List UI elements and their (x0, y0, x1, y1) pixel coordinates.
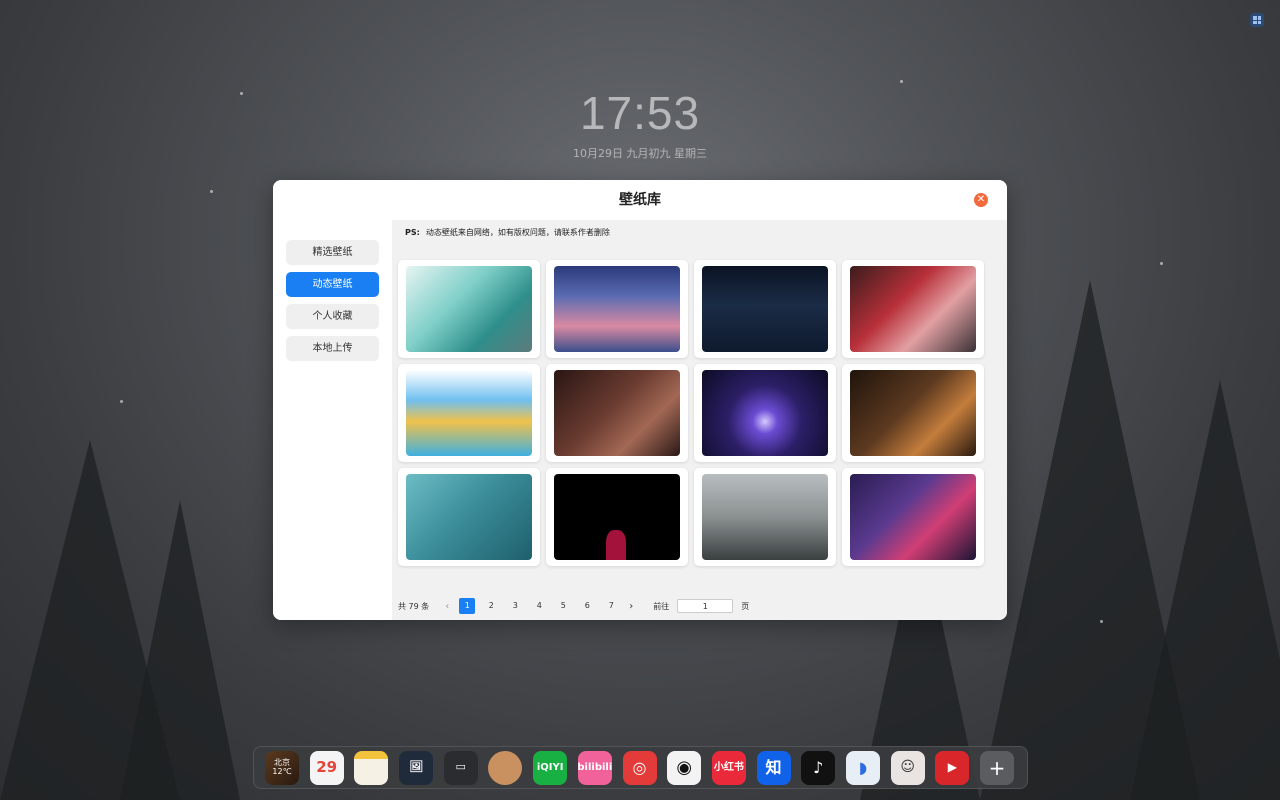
wallpaper-thumbnail[interactable] (850, 266, 976, 352)
notice-text: PS: 动态壁纸来自网络，如有版权问题，请联系作者删除 (405, 227, 610, 238)
wallpaper-thumbnail[interactable] (850, 474, 976, 560)
fish-app-icon[interactable]: ◗ (845, 750, 880, 785)
wallpaper-thumbnail[interactable] (406, 474, 532, 560)
xiaohongshu-icon[interactable]: 小红书 (711, 750, 746, 785)
avatar-app-icon[interactable] (488, 750, 523, 785)
prev-page-icon[interactable]: ‹ (439, 601, 455, 612)
calendar-icon[interactable]: 29 (309, 750, 344, 785)
wallpaper-card[interactable] (546, 364, 688, 462)
wallpaper-thumbnail[interactable] (850, 370, 976, 456)
dialog-title: 壁纸库 (619, 192, 661, 208)
weather-icon[interactable]: 北京 12℃ (265, 750, 299, 785)
wallpaper-library-dialog: 壁纸库 ✕ 精选壁纸 动态壁纸 个人收藏 本地上传 PS: 动态壁纸来自网络，如有… (273, 180, 1007, 620)
wallpaper-card[interactable] (546, 260, 688, 358)
wallpaper-thumbnail[interactable] (702, 266, 828, 352)
wallpaper-card[interactable] (398, 260, 540, 358)
goto-label: 前往 (653, 601, 670, 611)
notice-body: 动态壁纸来自网络，如有版权问题，请联系作者删除 (425, 228, 610, 237)
tiktok-icon[interactable]: ♪ (801, 750, 836, 785)
zhihu-icon[interactable]: 知 (756, 750, 791, 785)
bilibili-icon[interactable]: bilibili (577, 750, 612, 785)
weather-temp: 12℃ (272, 766, 292, 776)
notice-prefix: PS: (405, 228, 420, 237)
wallpaper-thumbnail[interactable] (406, 266, 532, 352)
wallpaper-thumbnail[interactable] (702, 370, 828, 456)
dock: 北京 12℃ 29 🖼 ▭ iQIYI bilibili ◎ ◉ 小红书 知 ♪… (253, 746, 1028, 789)
page-unit-label: 页 (741, 601, 750, 611)
total-count: 共 79 条 (398, 601, 430, 611)
wallpaper-thumbnail[interactable] (702, 474, 828, 560)
sidebar: 精选壁纸 动态壁纸 个人收藏 本地上传 (273, 220, 392, 620)
page-button-6[interactable]: 6 (579, 598, 595, 614)
sidebar-item-favorites[interactable]: 个人收藏 (286, 304, 379, 329)
sidebar-item-dynamic[interactable]: 动态壁纸 (286, 272, 379, 297)
wallpaper-card[interactable] (842, 364, 984, 462)
add-app-icon[interactable]: + (980, 750, 1014, 785)
page-button-1[interactable]: 1 (459, 598, 476, 614)
wallpaper-card[interactable] (694, 260, 836, 358)
wallpaper-card[interactable] (398, 468, 540, 566)
pagination: 共 79 条 ‹ 1 2 3 4 5 6 7 › 前往 页 (398, 598, 749, 614)
wallpaper-card[interactable] (842, 468, 984, 566)
wallpaper-grid (398, 260, 984, 566)
page-jump-input[interactable] (677, 599, 734, 613)
page-button-5[interactable]: 5 (555, 598, 571, 614)
grid-menu-icon[interactable] (1250, 13, 1264, 27)
wallpaper-thumbnail[interactable] (406, 370, 532, 456)
github-icon[interactable]: ◉ (667, 750, 702, 785)
wallpaper-card[interactable] (694, 468, 836, 566)
page-button-7[interactable]: 7 (603, 598, 619, 614)
files-icon[interactable]: ▭ (443, 750, 478, 785)
close-icon[interactable]: ✕ (974, 193, 988, 207)
page-button-3[interactable]: 3 (507, 598, 523, 614)
wallpaper-card[interactable] (842, 260, 984, 358)
avatar-girl-icon[interactable]: ☺ (890, 750, 925, 785)
page-button-2[interactable]: 2 (483, 598, 499, 614)
iqiyi-icon[interactable]: iQIYI (533, 750, 568, 785)
wallpaper-card[interactable] (398, 364, 540, 462)
sidebar-item-featured[interactable]: 精选壁纸 (286, 240, 379, 265)
wallpaper-content: PS: 动态壁纸来自网络，如有版权问题，请联系作者删除 共 79 条 ‹ 1 2 … (392, 220, 1007, 620)
dialog-header: 壁纸库 ✕ (273, 180, 1007, 220)
desktop-date: 10月29日 九月初九 星期三 (573, 147, 707, 160)
sidebar-item-local-upload[interactable]: 本地上传 (286, 336, 379, 361)
wallpaper-card[interactable] (546, 468, 688, 566)
netease-music-icon[interactable]: ◎ (622, 750, 657, 785)
wallpaper-thumbnail[interactable] (554, 266, 680, 352)
desktop-clock: 17:53 (579, 87, 701, 139)
page-button-4[interactable]: 4 (531, 598, 547, 614)
wallpaper-thumbnail[interactable] (554, 474, 680, 560)
wallpaper-thumbnail[interactable] (554, 370, 680, 456)
youtube-icon[interactable]: ▶ (935, 750, 970, 785)
photos-icon[interactable]: 🖼 (399, 750, 434, 785)
wallpaper-card[interactable] (694, 364, 836, 462)
notes-icon[interactable] (354, 750, 389, 785)
next-page-icon[interactable]: › (623, 601, 639, 612)
